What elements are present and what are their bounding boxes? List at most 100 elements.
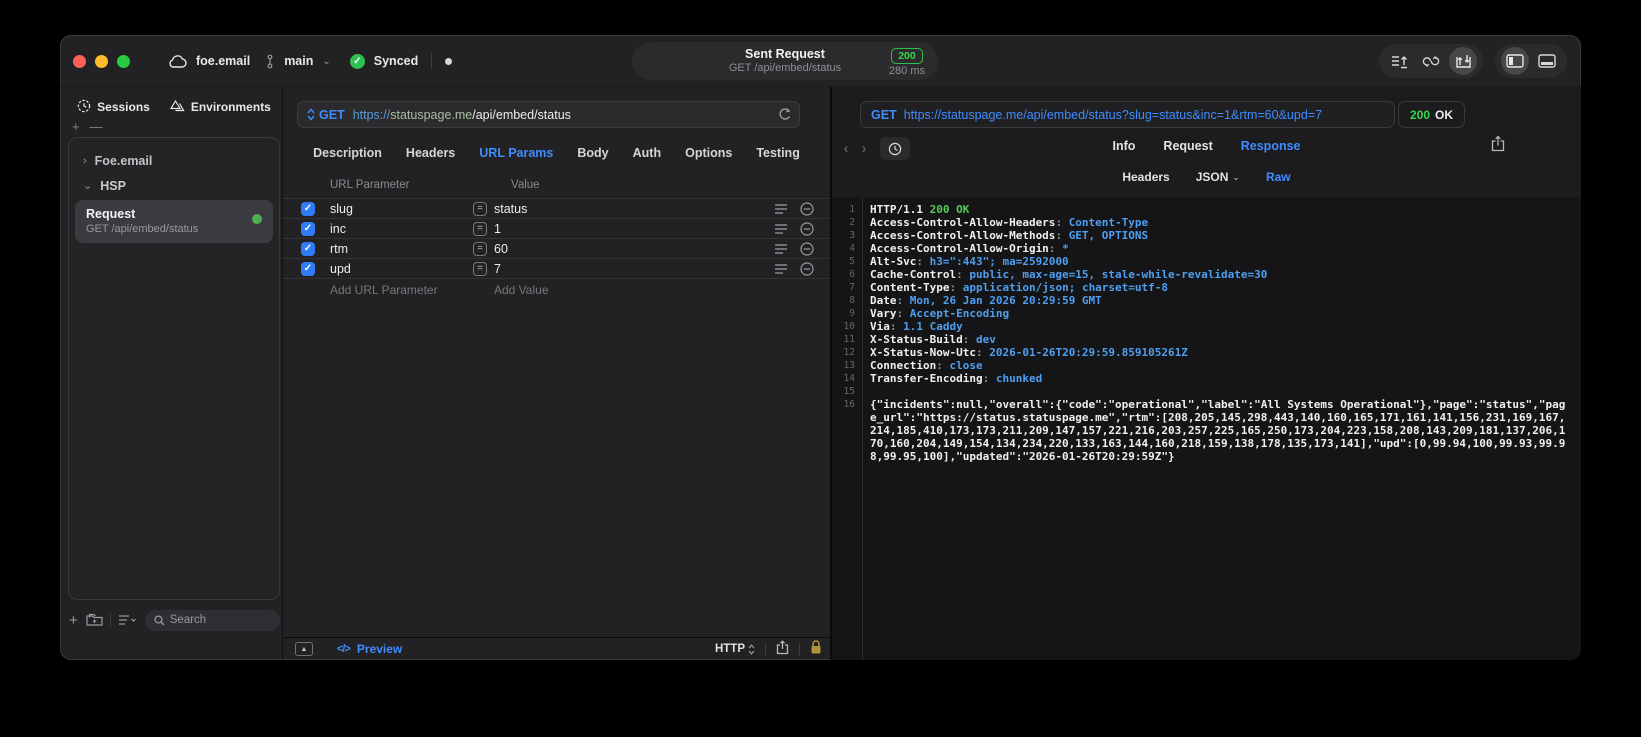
add-request-icon[interactable]: +: [68, 613, 79, 628]
request-item-subtitle: GET /api/embed/status: [86, 223, 199, 235]
code-line: 2 Access-Control-Allow-Headers: Content-T…: [849, 216, 1149, 229]
param-value[interactable]: 60: [494, 242, 508, 256]
branch-icon: [265, 54, 275, 69]
tree-label: Foe.email: [94, 153, 153, 168]
url-params-table: URL Parameter Value slug = status inc = 1 rtm =…: [283, 179, 830, 299]
response-tabs: Info Request Response: [832, 139, 1581, 153]
cloud-icon: [168, 54, 187, 68]
subtab-json[interactable]: JSON ⌄: [1196, 170, 1240, 184]
param-key[interactable]: upd: [330, 262, 351, 276]
status-text: OK: [1435, 107, 1454, 122]
new-folder-icon[interactable]: [86, 613, 103, 627]
code-line: 4 Access-Control-Allow-Origin: *: [849, 242, 1069, 255]
tab-headers[interactable]: Headers: [406, 146, 455, 160]
toolbar-group-actions: [1379, 44, 1483, 78]
tab-response[interactable]: Response: [1241, 139, 1301, 153]
param-value[interactable]: status: [494, 202, 527, 216]
url-path: /api/embed/status: [472, 107, 571, 122]
tree-item-hsp[interactable]: ⌄ HSP: [69, 173, 279, 198]
send-queue-icon[interactable]: [1385, 47, 1413, 75]
lock-icon: [810, 640, 822, 658]
tab-options[interactable]: Options: [685, 146, 732, 160]
add-param-row[interactable]: Add URL Parameter Add Value: [283, 278, 830, 299]
param-checkbox[interactable]: [301, 261, 315, 276]
search-input[interactable]: Search: [144, 609, 280, 631]
tree-label: HSP: [100, 178, 126, 193]
sessions-label: Sessions: [97, 100, 150, 114]
equals-operator-chip: =: [473, 261, 487, 276]
protocol-label: HTTP: [714, 643, 745, 655]
sync-loop-icon[interactable]: [1417, 47, 1445, 75]
response-code: 1 HTTP/1.1 200 OK 2 Access-Control-Allow-He…: [832, 203, 1581, 463]
code-line: 13 Connection: close: [843, 359, 983, 372]
share-icon[interactable]: [776, 640, 789, 658]
request-summary-capsule[interactable]: Sent Request GET /api/embed/status 200 2…: [632, 42, 938, 80]
sort-list-icon[interactable]: [118, 614, 138, 626]
param-key[interactable]: slug: [330, 202, 353, 216]
export-response-icon[interactable]: [1491, 135, 1505, 155]
protocol-selector[interactable]: HTTP: [715, 643, 755, 655]
add-value-placeholder[interactable]: Add Value: [494, 283, 549, 297]
tree-item-foe-email[interactable]: › Foe.email: [69, 148, 279, 173]
method-select-icon[interactable]: [307, 108, 315, 121]
code-line: 9 Vary: Accept-Encoding: [849, 307, 1010, 320]
param-key[interactable]: inc: [330, 222, 346, 236]
request-url-bar[interactable]: GET https://statuspage.me/api/embed/stat…: [297, 101, 800, 128]
chevron-down-icon[interactable]: ⌄: [322, 56, 330, 67]
toggle-sidebar-icon[interactable]: [1501, 47, 1529, 75]
sessions-icon: [77, 99, 91, 116]
code-line: 8 Date: Mon, 26 Jan 2026 20:29:59 GMT: [849, 294, 1102, 307]
param-checkbox[interactable]: [301, 241, 315, 256]
tab-environments[interactable]: Environments: [169, 99, 271, 116]
subtab-raw[interactable]: Raw: [1266, 170, 1291, 184]
method-label[interactable]: GET: [319, 108, 345, 122]
subtab-headers[interactable]: Headers: [1122, 170, 1169, 184]
minimize-button[interactable]: [95, 55, 108, 68]
param-key[interactable]: rtm: [330, 242, 348, 256]
param-row-rtm: rtm = 60: [283, 238, 830, 258]
param-value[interactable]: 7: [494, 262, 501, 276]
response-url-bar[interactable]: GET https://statuspage.me/api/embed/stat…: [860, 101, 1395, 128]
search-icon: [154, 614, 165, 626]
request-status-dot: [252, 214, 262, 224]
param-row-inc: inc = 1: [283, 218, 830, 238]
tab-description[interactable]: Description: [313, 146, 382, 160]
branch-name[interactable]: main: [284, 54, 313, 68]
response-url: https://statuspage.me/api/embed/status?s…: [903, 107, 1323, 122]
project-name[interactable]: foe.email: [196, 54, 250, 68]
param-value[interactable]: 1: [494, 222, 501, 236]
equals-operator-chip: =: [473, 201, 487, 216]
collapse-panel-icon[interactable]: ▲: [295, 642, 313, 656]
column-header-parameter: URL Parameter: [330, 179, 410, 191]
status-code-badge: 200: [891, 48, 923, 64]
sidebar: Sessions Environments + — › Foe.email ⌄ …: [60, 87, 282, 660]
param-checkbox[interactable]: [301, 221, 315, 236]
close-button[interactable]: [73, 55, 86, 68]
response-body-view[interactable]: 1 HTTP/1.1 200 OK 2 Access-Control-Allow-He…: [832, 197, 1581, 660]
toolbar-divider: [109, 613, 111, 627]
reload-icon[interactable]: [778, 107, 792, 125]
zoom-button[interactable]: [117, 55, 130, 68]
preview-label: Preview: [356, 642, 403, 656]
tab-testing[interactable]: Testing: [756, 146, 800, 160]
editor-footer: ▲ </> Preview HTTP: [283, 637, 830, 660]
toggle-bottom-panel-icon[interactable]: [1533, 47, 1561, 75]
tab-body[interactable]: Body: [577, 146, 608, 160]
code-line: 6 Cache-Control: public, max-age=15, stal…: [849, 268, 1268, 281]
tab-request[interactable]: Request: [1163, 139, 1212, 153]
sync-status[interactable]: Synced: [374, 54, 418, 68]
tab-info[interactable]: Info: [1113, 139, 1136, 153]
import-export-icon[interactable]: [1449, 47, 1477, 75]
code-line: 5 Alt-Svc: h3=":443"; ma=2592000: [849, 255, 1069, 268]
tab-auth[interactable]: Auth: [633, 146, 661, 160]
editor-tabs: Description Headers URL Params Body Auth Opti…: [283, 146, 830, 160]
request-list-item[interactable]: Request GET /api/embed/status: [75, 200, 273, 243]
preview-button[interactable]: </> Preview: [337, 642, 402, 656]
tab-url-params[interactable]: URL Params: [479, 146, 553, 160]
tab-sessions[interactable]: Sessions: [77, 99, 150, 116]
param-checkbox[interactable]: [301, 201, 315, 216]
chevron-down-icon: ⌄: [83, 180, 93, 192]
remove-session-icon[interactable]: —: [90, 119, 103, 134]
add-param-placeholder[interactable]: Add URL Parameter: [330, 283, 438, 297]
add-session-icon[interactable]: +: [72, 119, 80, 134]
